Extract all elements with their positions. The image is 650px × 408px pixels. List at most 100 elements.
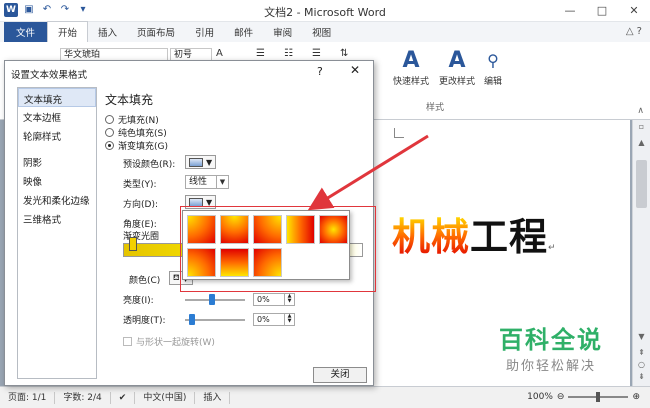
- tab-mailings[interactable]: 邮件: [224, 22, 263, 42]
- nav-reflection[interactable]: 映像: [18, 171, 96, 190]
- radio-no-fill-dot[interactable]: [105, 115, 114, 124]
- rotate-with-shape-label: 与形状一起旋转(W): [136, 338, 215, 348]
- radio-no-fill-label: 无填充(N): [118, 116, 159, 126]
- paint-bucket-icon: ⛾: [173, 273, 180, 282]
- transparency-slider-knob[interactable]: [189, 314, 195, 325]
- dialog-close-button[interactable]: 关闭: [313, 367, 367, 383]
- change-styles-button[interactable]: A 更改样式: [434, 48, 480, 87]
- type-label: 类型(Y):: [123, 180, 157, 190]
- brightness-spinner[interactable]: 0% ▲ ▼: [253, 293, 295, 306]
- preset-label: 预设颜色(R):: [123, 160, 176, 170]
- edit-button[interactable]: ⚲ 编辑: [478, 48, 508, 87]
- scroll-thumb[interactable]: [636, 160, 647, 208]
- quick-styles-button[interactable]: A 快速样式: [388, 48, 434, 87]
- radio-no-fill[interactable]: 无填充(N): [105, 113, 159, 126]
- binoculars-icon: ⚲: [487, 51, 499, 70]
- title-bar: W ▣ ↶ ↷ ▾ 文档2 - Microsoft Word — □ ✕: [0, 0, 650, 22]
- preset-colors-dropdown[interactable]: ▼: [185, 155, 217, 169]
- radio-gradient-fill[interactable]: 渐变填充(G): [105, 139, 168, 152]
- zoom-in-icon[interactable]: ⊕: [632, 392, 640, 402]
- brightness-spin-arrows[interactable]: ▲ ▼: [284, 294, 294, 305]
- clear-format-icon[interactable]: A: [216, 48, 223, 59]
- brightness-slider[interactable]: [185, 299, 245, 301]
- radio-solid-fill-dot[interactable]: [105, 128, 114, 137]
- window-title: 文档2 - Microsoft Word: [264, 6, 386, 19]
- watermark-main: 百科全说: [499, 326, 603, 354]
- radio-solid-fill-label: 纯色填充(S): [118, 129, 167, 139]
- scroll-down-arrow[interactable]: ▼: [633, 332, 650, 341]
- tab-review[interactable]: 审阅: [263, 22, 302, 42]
- dialog-title: 设置文本效果格式: [11, 70, 88, 81]
- radio-solid-fill[interactable]: 纯色填充(S): [105, 126, 167, 139]
- status-words[interactable]: 字数: 2/4: [55, 391, 111, 404]
- direction-label: 方向(D):: [123, 200, 158, 210]
- color-label: 颜色(C): [129, 276, 161, 286]
- numbering-icon[interactable]: ☷: [284, 48, 293, 59]
- bullets-icon[interactable]: ☰: [256, 48, 265, 59]
- black-text: 工程: [470, 214, 549, 259]
- nav-glow-soft-edges[interactable]: 发光和柔化边缘: [18, 190, 96, 209]
- previous-page-icon[interactable]: ⇞: [633, 348, 650, 357]
- gradient-stop[interactable]: [129, 237, 137, 251]
- type-select[interactable]: 线性 ▼: [185, 175, 229, 189]
- proofing-icon[interactable]: ✔: [111, 391, 136, 404]
- zoom-control: 100% ⊖ ⊕: [527, 392, 640, 402]
- vertical-scrollbar[interactable]: ▫ ▲ ▼ ⇞ ○ ⇟: [632, 120, 650, 386]
- quick-styles-label: 快速样式: [392, 77, 429, 87]
- zoom-level[interactable]: 100%: [527, 392, 553, 402]
- transparency-spinner[interactable]: 0% ▲ ▼: [253, 313, 295, 326]
- nav-shadow[interactable]: 阴影: [18, 152, 96, 171]
- brightness-slider-knob[interactable]: [209, 294, 215, 305]
- status-mode[interactable]: 插入: [195, 391, 231, 404]
- nav-3d-format[interactable]: 三维格式: [18, 209, 96, 228]
- transparency-value: 0%: [257, 315, 270, 324]
- panel-title: 文本填充: [105, 93, 154, 107]
- browse-object-icon[interactable]: ○: [633, 360, 650, 369]
- annotation-arrow: [307, 134, 429, 211]
- rotate-with-shape-checkbox[interactable]: 与形状一起旋转(W): [123, 335, 215, 348]
- quick-styles-icon: A: [402, 48, 420, 73]
- radio-gradient-fill-dot[interactable]: [105, 141, 114, 150]
- tab-references[interactable]: 引用: [185, 22, 224, 42]
- zoom-slider[interactable]: [568, 392, 629, 402]
- tab-view[interactable]: 视图: [302, 22, 341, 42]
- preset-swatch: [189, 157, 203, 167]
- type-value: 线性: [189, 177, 208, 187]
- dropdown-arrow-icon: ▼: [206, 157, 213, 167]
- edit-label: 编辑: [483, 77, 502, 87]
- status-bar: 页面: 1/1 字数: 2/4 ✔ 中文(中国) 插入 100% ⊖ ⊕: [0, 386, 650, 408]
- scroll-up-arrow[interactable]: ▲: [633, 138, 650, 147]
- tab-file[interactable]: 文件: [4, 22, 48, 42]
- help-icon[interactable]: △ ?: [626, 26, 642, 37]
- status-language[interactable]: 中文(中国): [135, 391, 196, 404]
- transparency-label: 透明度(T):: [123, 316, 166, 326]
- tab-insert[interactable]: 插入: [88, 22, 127, 42]
- minimize-button[interactable]: —: [554, 0, 586, 22]
- brightness-label: 亮度(I):: [123, 296, 154, 306]
- styles-group-label: 样式: [425, 103, 444, 113]
- sort-icon[interactable]: ⇅: [340, 48, 348, 59]
- dialog-help-button[interactable]: ?: [317, 65, 323, 78]
- maximize-button[interactable]: □: [586, 0, 618, 22]
- ruler-toggle-icon[interactable]: ▫: [633, 122, 650, 131]
- zoom-out-icon[interactable]: ⊖: [557, 392, 565, 402]
- collapse-ribbon-icon[interactable]: ∧: [637, 106, 644, 116]
- nav-text-fill[interactable]: 文本填充: [18, 88, 96, 107]
- next-page-icon[interactable]: ⇟: [633, 372, 650, 381]
- transparency-spin-arrows[interactable]: ▲ ▼: [284, 314, 294, 325]
- zoom-slider-knob[interactable]: [596, 392, 601, 402]
- gradient-text: 机械: [392, 214, 471, 259]
- dialog-close-icon[interactable]: ✕: [350, 63, 360, 77]
- tab-home[interactable]: 开始: [47, 21, 89, 42]
- paragraph-mark: ↵: [548, 243, 557, 253]
- status-page[interactable]: 页面: 1/1: [0, 391, 56, 404]
- nav-text-border[interactable]: 文本边框: [18, 107, 96, 126]
- tab-page-layout[interactable]: 页面布局: [127, 22, 185, 42]
- brightness-value: 0%: [257, 295, 270, 304]
- dialog-nav: 文本填充 文本边框 轮廓样式 阴影 映像 发光和柔化边缘 三维格式: [17, 87, 97, 379]
- change-styles-label: 更改样式: [438, 77, 475, 87]
- close-window-button[interactable]: ✕: [618, 0, 650, 22]
- nav-outline-style[interactable]: 轮廓样式: [18, 126, 96, 145]
- outline-icon[interactable]: ☰: [312, 48, 321, 59]
- rotate-checkbox-box[interactable]: [123, 337, 132, 346]
